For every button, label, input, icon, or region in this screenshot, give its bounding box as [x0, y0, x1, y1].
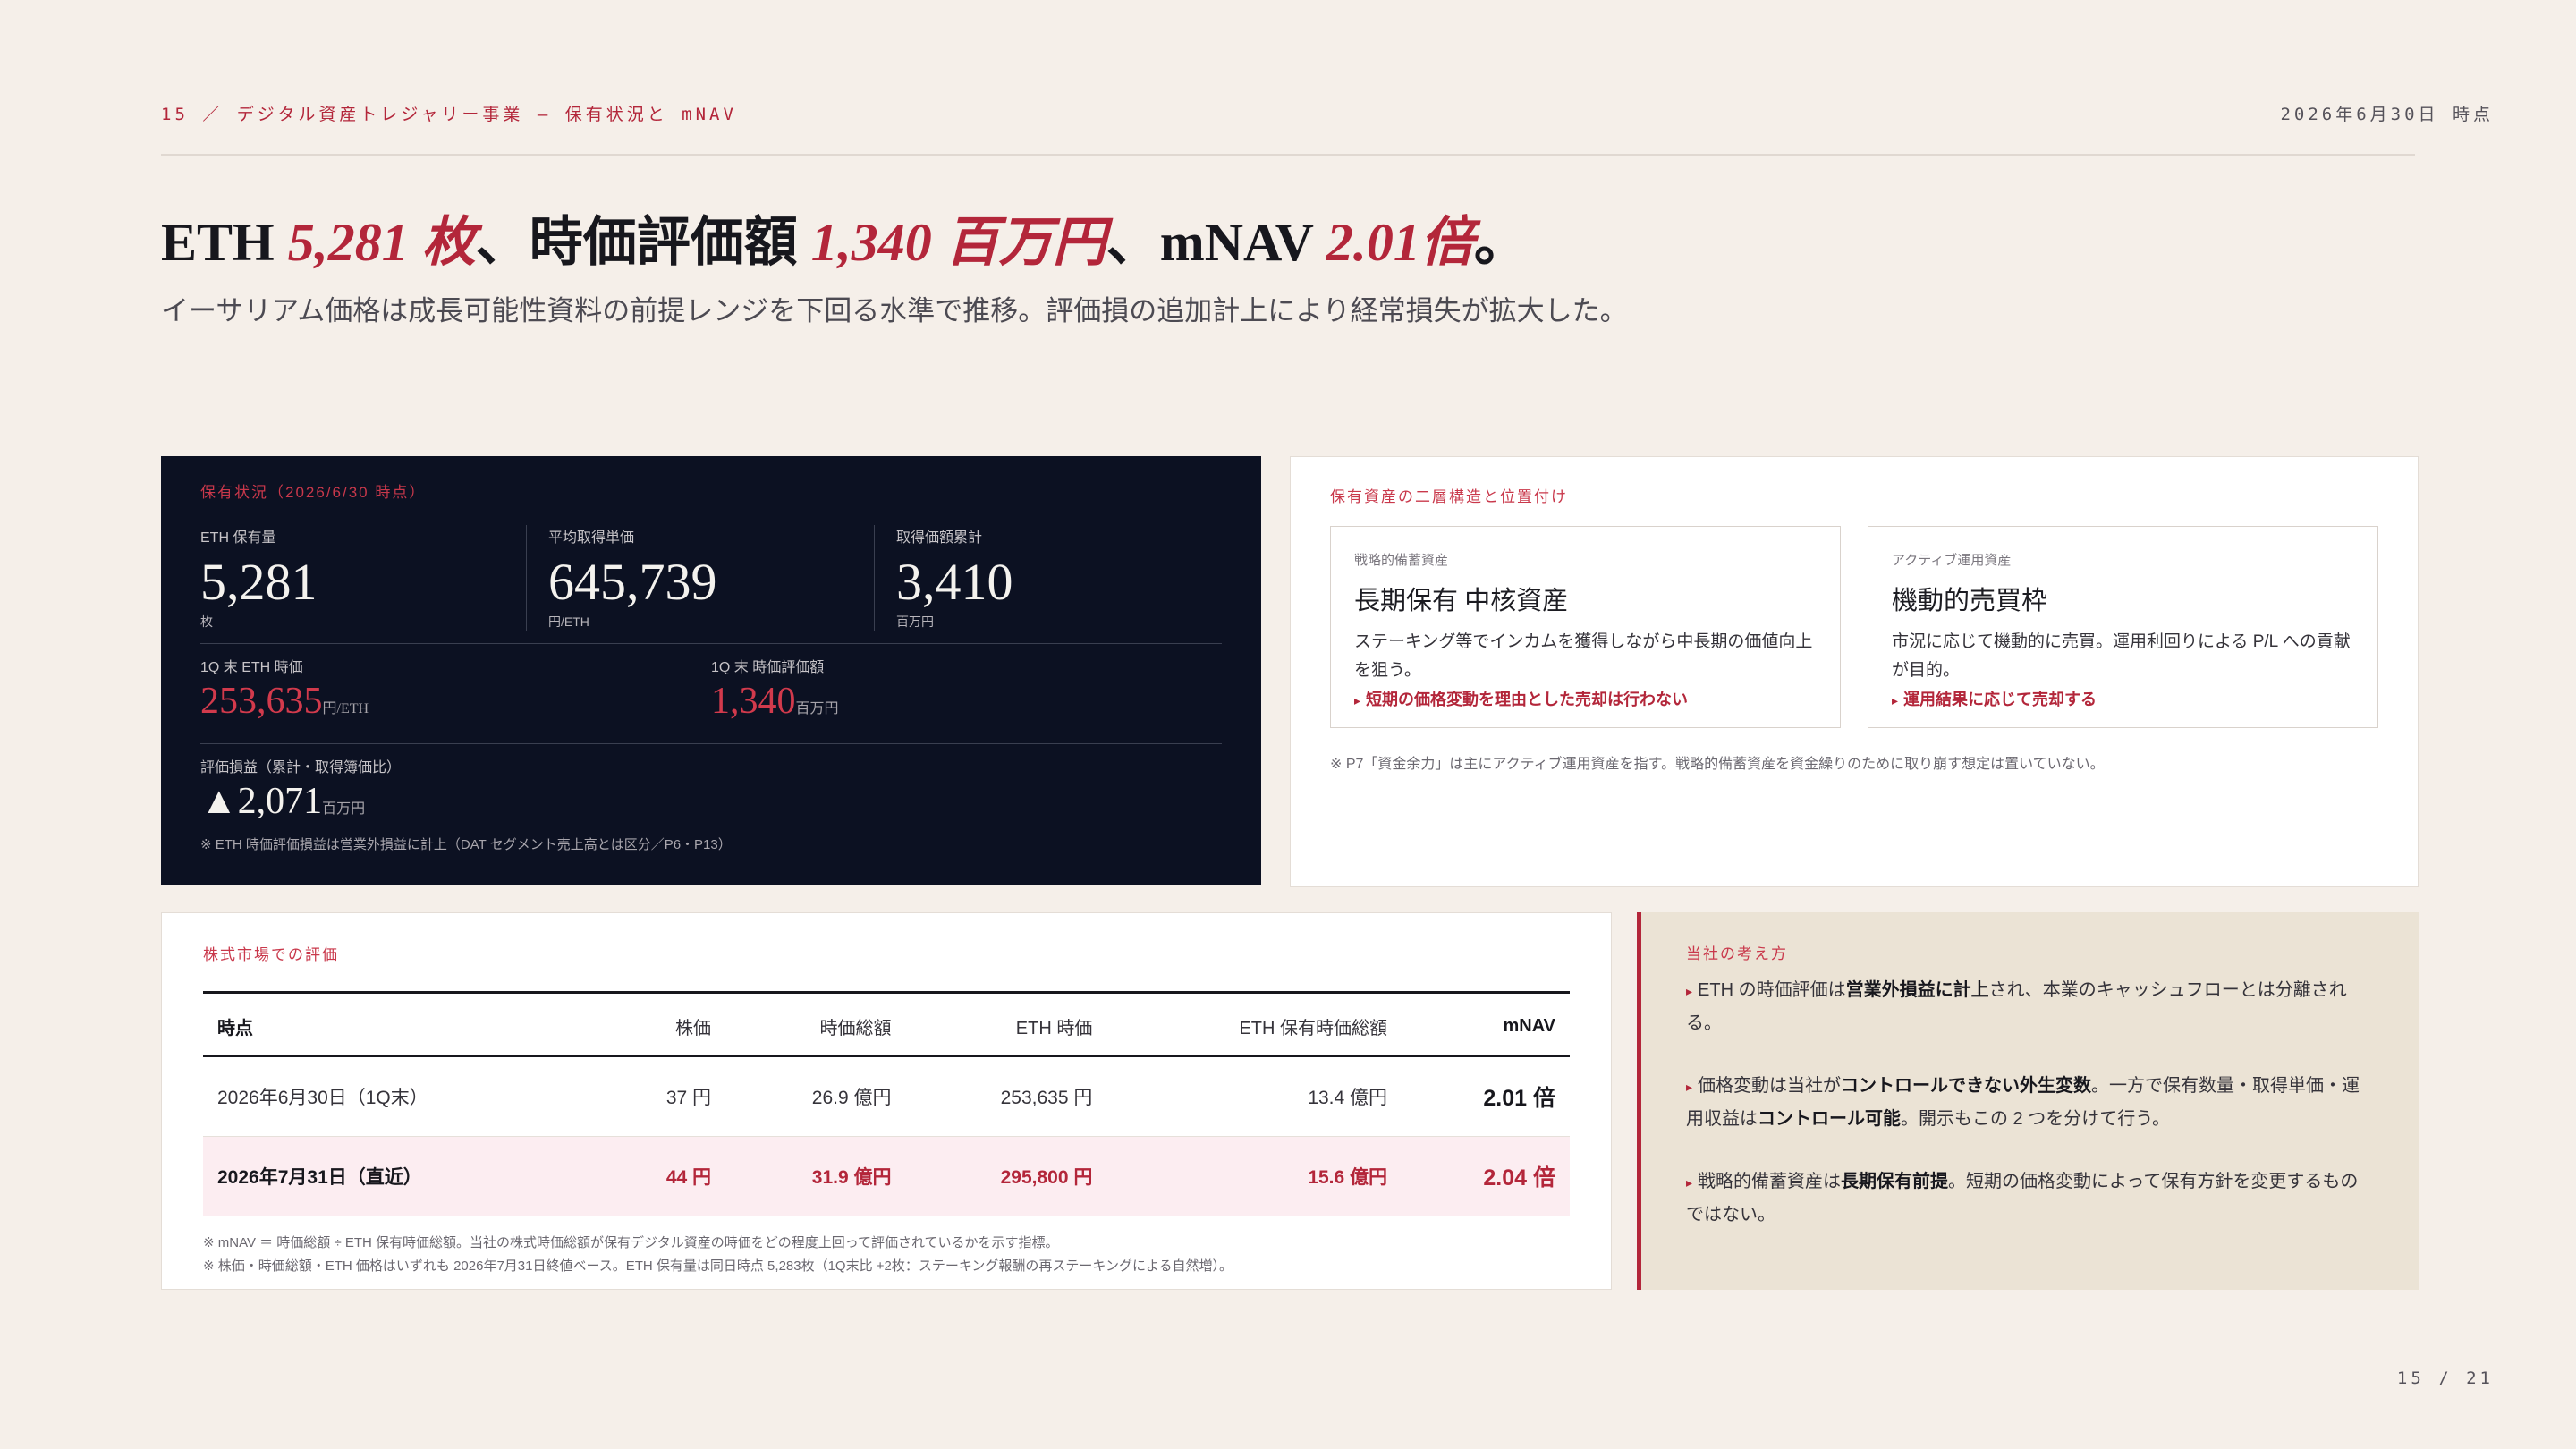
column-header: 時点	[203, 991, 603, 1057]
header-divider	[161, 154, 2415, 156]
page-subtitle: イーサリアム価格は成長可能性資料の前提レンジを下回る水準で推移。評価損の追加計上…	[161, 295, 1628, 326]
holdings-label: 保有状況（2026/6/30 時点）	[200, 484, 427, 501]
column-header: 時価総額	[725, 991, 906, 1057]
triangle-right-icon: ▸	[1892, 693, 1899, 708]
stat-valuation-pl: 評価損益（累計・取得簿価比） ▲2,071百万円 ※ ETH 時価評価損益は営業…	[200, 744, 1222, 853]
holdings-note: ※ ETH 時価評価損益は営業外損益に計上（DAT セグメント売上高とは区分／P…	[200, 837, 732, 852]
column-header: ETH 保有時価総額	[1106, 991, 1402, 1057]
as-of-date: 2026年6月30日 時点	[2280, 104, 2494, 124]
page-title: ETH 5,281 枚、時価評価額 1,340 百万円、mNAV 2.01倍。	[161, 213, 1528, 272]
list-item: ▸ 戦略的備蓄資産は長期保有前提。短期の価格変動によって保有方針を変更するものでは…	[1686, 1172, 2359, 1224]
valuation-table: 時点 株価 時価総額 ETH 時価 ETH 保有時価総額 mNAV 2026年6…	[203, 991, 1570, 1216]
triangle-right-icon: ▸	[1686, 984, 1693, 998]
stat-eth-price: 1Q 末 ETH 時価 253,635円/ETH	[200, 660, 369, 722]
eth-holdings-value: 5,281	[200, 553, 318, 611]
valuation-panel: 株式市場での評価 時点 株価 時価総額 ETH 時価 ETH 保有時価総額 mN…	[161, 912, 1612, 1290]
asset-structure-panel: 保有資産の二層構造と位置付け 戦略的備蓄資産 長期保有 中核資産 ステーキング等…	[1290, 456, 2419, 887]
headline-eth-amount: 5,281 枚	[287, 213, 476, 272]
table-row: 2026年6月30日（1Q末） 37 円 26.9 億円 253,635 円 1…	[203, 1056, 1570, 1137]
triangle-right-icon: ▸	[1686, 1080, 1693, 1094]
table-header-row: 時点 株価 時価総額 ETH 時価 ETH 保有時価総額 mNAV	[203, 991, 1570, 1057]
stat-eth-holdings: ETH 保有量 5,281 枚	[200, 525, 526, 631]
holdings-panel: 保有状況（2026/6/30 時点） ETH 保有量 5,281 枚 平均取得単…	[161, 456, 1261, 886]
headline-mnav: 2.01倍	[1326, 213, 1474, 272]
column-header: 株価	[602, 991, 726, 1057]
company-view-panel: 当社の考え方 ▸ ETH の時価評価は営業外損益に計上され、本業のキャッシュフロー…	[1637, 912, 2419, 1290]
active-management-card: アクティブ運用資産 機動的売買枠 市況に応じて機動的に売買。運用利回りによる P…	[1868, 526, 2378, 728]
table-notes: ※ mNAV ＝ 時価総額 ÷ ETH 保有時価総額。当社の株式時価総額が保有デ…	[203, 1235, 1233, 1274]
total-cost-value: 3,410	[896, 553, 1013, 611]
column-header: mNAV	[1402, 991, 1570, 1057]
breadcrumb: 15 ／ デジタル資産トレジャリー事業 — 保有状況と mNAV	[161, 104, 737, 124]
list-item: ▸ ETH の時価評価は営業外損益に計上され、本業のキャッシュフローとは分離される…	[1686, 980, 2347, 1033]
structure-label: 保有資産の二層構造と位置付け	[1330, 488, 1568, 505]
triangle-right-icon: ▸	[1354, 693, 1361, 708]
structure-footnote: ※ P7「資金余力」は主にアクティブ運用資産を指す。戦略的備蓄資産を資金繰りのた…	[1330, 757, 2105, 772]
valuation-label: 株式市場での評価	[203, 946, 339, 963]
company-view-label: 当社の考え方	[1686, 945, 1788, 962]
valuation-pl-value: ▲2,071	[200, 781, 323, 822]
stat-market-value: 1Q 末 時価評価額 1,340百万円	[711, 660, 839, 722]
eth-price-value: 253,635	[200, 681, 323, 722]
market-value-value: 1,340	[711, 681, 796, 722]
table-row-highlighted: 2026年7月31日（直近） 44 円 31.9 億円 295,800 円 15…	[203, 1136, 1570, 1216]
average-cost-value: 645,739	[548, 553, 717, 611]
strategic-reserve-card: 戦略的備蓄資産 長期保有 中核資産 ステーキング等でインカムを獲得しながら中長期…	[1330, 526, 1841, 728]
list-item: ▸ 価格変動は当社がコントロールできない外生変数。一方で保有数量・取得単価・運用収…	[1686, 1076, 2360, 1129]
triangle-right-icon: ▸	[1686, 1175, 1693, 1190]
top-bar: 15 ／ デジタル資産トレジャリー事業 — 保有状況と mNAV 2026年6月…	[161, 95, 2494, 131]
column-header: ETH 時価	[905, 991, 1107, 1057]
stat-total-cost: 取得価額累計 3,410 百万円	[874, 525, 1222, 631]
stat-average-cost: 平均取得単価 645,739 円/ETH	[526, 525, 874, 631]
page-number: 15 / 21	[2396, 1368, 2494, 1388]
headline-market-value: 1,340 百万円	[810, 213, 1106, 272]
